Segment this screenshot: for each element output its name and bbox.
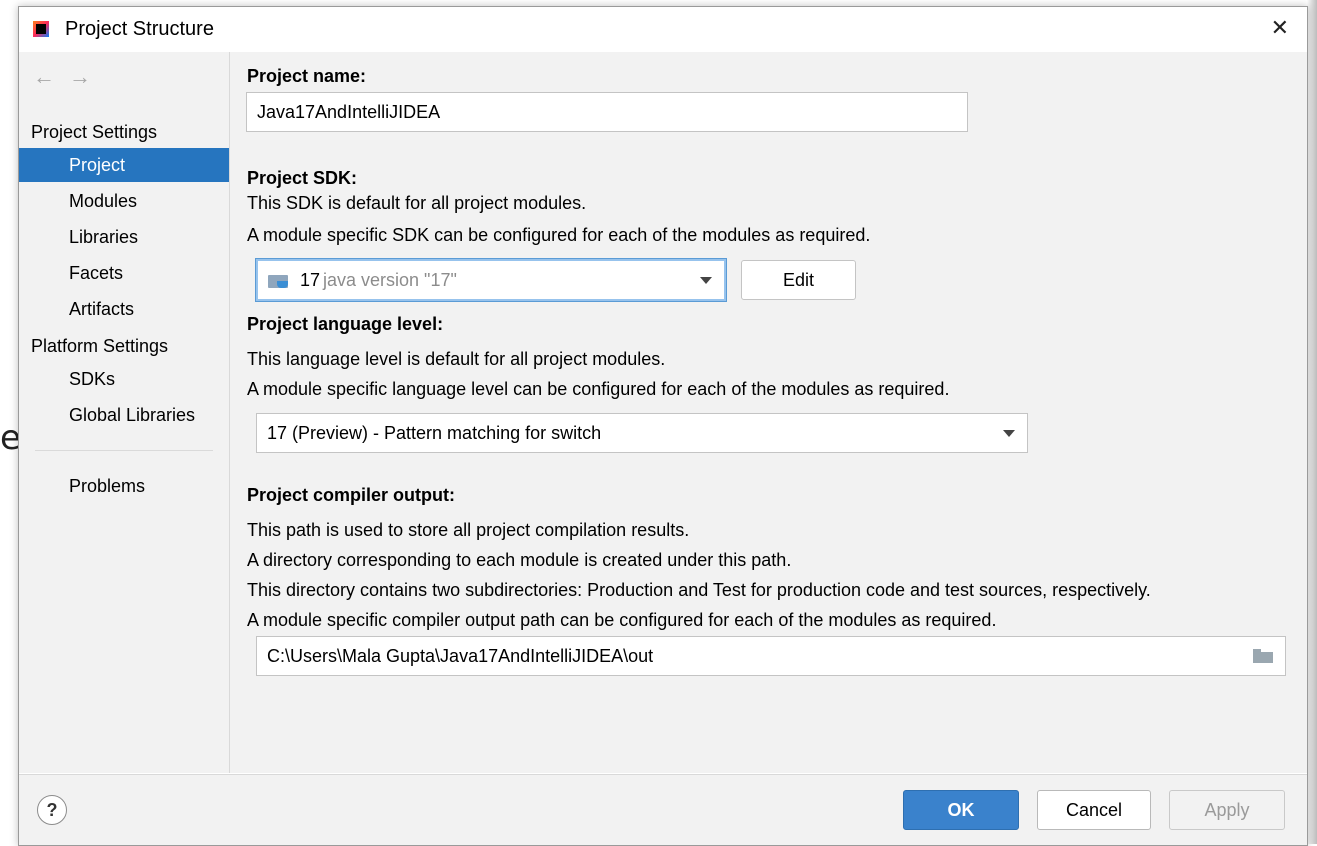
sidebar-item-problems[interactable]: Problems: [19, 469, 229, 503]
sdk-version-desc: java version "17": [323, 270, 457, 290]
dropdown-arrow-icon: [1003, 430, 1015, 437]
sidebar-item-project[interactable]: Project: [19, 148, 229, 182]
dropdown-arrow-icon: [700, 277, 712, 284]
sidebar-item-modules[interactable]: Modules: [19, 184, 229, 218]
sidebar-divider: [35, 450, 213, 451]
language-level-desc-1: This language level is default for all p…: [247, 349, 666, 369]
sidebar-item-artifacts[interactable]: Artifacts: [19, 292, 229, 326]
apply-button: Apply: [1169, 790, 1285, 830]
dialog-footer: ? OK Cancel Apply: [19, 774, 1307, 845]
compiler-output-desc-3: This directory contains two subdirectori…: [247, 580, 1151, 600]
project-structure-dialog: Project Structure ✕ ← → Project Settings …: [18, 6, 1308, 846]
language-level-label: Project language level:: [247, 314, 444, 334]
project-sdk-desc-1: This SDK is default for all project modu…: [247, 193, 587, 213]
window-title: Project Structure: [65, 18, 214, 40]
compiler-output-desc-4: A module specific compiler output path c…: [247, 610, 997, 630]
intellij-app-icon: [33, 21, 49, 37]
edit-sdk-button[interactable]: Edit: [741, 260, 856, 300]
language-level-value: 17 (Preview) - Pattern matching for swit…: [267, 423, 602, 443]
sdk-folder-icon: [268, 273, 290, 289]
language-level-desc-2: A module specific language level can be …: [247, 379, 950, 399]
compiler-output-path-value: C:\Users\Mala Gupta\Java17AndIntelliJIDE…: [267, 646, 654, 666]
cancel-button[interactable]: Cancel: [1037, 790, 1151, 830]
close-icon[interactable]: ✕: [1271, 15, 1289, 41]
project-sdk-dropdown[interactable]: 17 java version "17": [256, 259, 726, 301]
project-settings-panel: Project name: Java17AndIntelliJIDEA Proj…: [230, 52, 1307, 773]
sidebar-item-libraries[interactable]: Libraries: [19, 220, 229, 254]
sidebar-item-facets[interactable]: Facets: [19, 256, 229, 290]
forward-arrow-icon[interactable]: →: [69, 64, 91, 89]
sidebar-item-global-libraries[interactable]: Global Libraries: [19, 398, 229, 432]
compiler-output-path-input[interactable]: C:\Users\Mala Gupta\Java17AndIntelliJIDE…: [256, 636, 1286, 676]
browse-folder-icon[interactable]: [1253, 649, 1273, 663]
sidebar-item-sdks[interactable]: SDKs: [19, 362, 229, 396]
language-level-dropdown[interactable]: 17 (Preview) - Pattern matching for swit…: [256, 413, 1028, 453]
back-arrow-icon[interactable]: ←: [33, 64, 55, 89]
project-name-label: Project name:: [247, 66, 367, 86]
title-bar: Project Structure ✕: [19, 7, 1307, 52]
project-name-input[interactable]: Java17AndIntelliJIDEA: [246, 92, 968, 132]
help-icon[interactable]: ?: [37, 795, 67, 825]
project-sdk-desc-2: A module specific SDK can be configured …: [247, 225, 871, 245]
navigation-arrows: ← →: [33, 64, 105, 90]
compiler-output-desc-2: A directory corresponding to each module…: [247, 550, 792, 570]
project-sdk-label: Project SDK:: [247, 168, 358, 188]
sidebar: ← → Project Settings Project Modules Libr…: [19, 52, 230, 773]
platform-settings-header: Platform Settings: [31, 336, 169, 356]
sdk-version: 17: [300, 270, 321, 290]
background-edge: [1307, 0, 1317, 844]
project-settings-header: Project Settings: [31, 122, 158, 142]
compiler-output-label: Project compiler output:: [247, 485, 456, 505]
compiler-output-desc-1: This path is used to store all project c…: [247, 520, 690, 540]
background-glyph: e: [0, 418, 21, 458]
ok-button[interactable]: OK: [903, 790, 1019, 830]
